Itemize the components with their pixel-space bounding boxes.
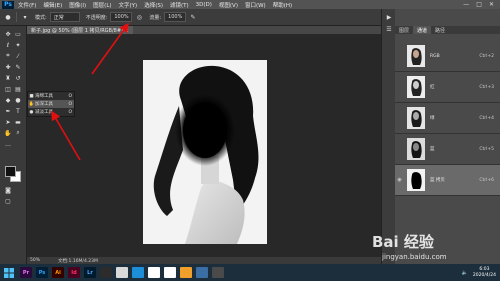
channel-name: 蓝 拷贝 [430,178,445,183]
channel-shortcut: Ctrl+5 [479,146,494,152]
taskbar-app-icon[interactable]: Id [68,267,80,278]
taskbar-app-icon[interactable]: Lr [84,267,96,278]
taskbar-app-icon[interactable] [164,267,176,278]
properties-icon[interactable]: ☰ [385,25,393,33]
clock[interactable]: 6:03 2020/4/24 [473,267,496,279]
taskbar-app-icon[interactable] [212,267,224,278]
taskbar-app-icon[interactable]: Ai [52,267,64,278]
channel-row-selected[interactable]: ◉ 蓝 拷贝 Ctrl+6 [395,165,500,196]
panel-dock: ▶ ☰ [381,9,396,264]
arrow-to-opacity [91,22,129,75]
channel-shortcut: Ctrl+3 [479,84,494,90]
taskbar-app-icon[interactable] [148,267,160,278]
speaker-icon[interactable]: 🔈 [462,270,468,276]
channels-panel: 图层 通道 路径 RGB Ctrl+2 红 Ctrl+3 绿 Ctrl+4 蓝 … [395,9,500,264]
taskbar-app-icon[interactable] [180,267,192,278]
windows-start-icon[interactable] [2,267,16,279]
channel-thumbnail [407,169,425,191]
taskbar-app-icon[interactable] [196,267,208,278]
channel-row[interactable]: 绿 Ctrl+4 [395,103,500,134]
tab-layers[interactable]: 图层 [395,26,413,34]
channel-thumbnail [407,138,425,160]
arrow-to-burn-tool [51,110,81,161]
channel-row[interactable]: RGB Ctrl+2 [395,41,500,72]
taskbar: Pr Ps Ai Id Lr 🔈 6:03 2020/4/24 [0,264,500,281]
channel-shortcut: Ctrl+2 [479,53,494,59]
channel-shortcut: Ctrl+4 [479,115,494,121]
channel-row[interactable]: 蓝 Ctrl+5 [395,134,500,165]
channel-shortcut: Ctrl+6 [479,177,494,183]
eye-icon[interactable]: ◉ [395,177,404,183]
clock-date: 2020/4/24 [472,272,496,278]
panel-tabs: 图层 通道 路径 [395,26,500,34]
taskbar-app-icon[interactable] [116,267,128,278]
system-tray: 🔈 6:03 2020/4/24 [462,267,496,279]
taskbar-app-icon[interactable] [132,267,144,278]
tab-channels[interactable]: 通道 [413,26,432,34]
channel-name: 绿 [430,116,435,121]
channel-row[interactable]: 红 Ctrl+3 [395,72,500,103]
channel-name: 蓝 [430,147,435,152]
channel-thumbnail [407,107,425,129]
history-icon[interactable]: ▶ [385,13,393,21]
channel-thumbnail [407,76,425,98]
channel-thumbnail [407,45,425,67]
channel-name: 红 [430,85,435,90]
taskbar-app-icon[interactable] [100,267,112,278]
tab-paths[interactable]: 路径 [431,26,449,34]
watermark-url: jingyan.baidu.com [382,253,447,261]
watermark-logo: Bai 经验 [372,233,434,251]
taskbar-app-icon[interactable]: Pr [20,267,32,278]
channel-name: RGB [430,53,440,59]
taskbar-app-icon[interactable]: Ps [36,267,48,278]
watermark: Bai 经验 jingyan.baidu.com [372,231,492,265]
taskbar-apps: Pr Ps Ai Id Lr [16,267,224,278]
